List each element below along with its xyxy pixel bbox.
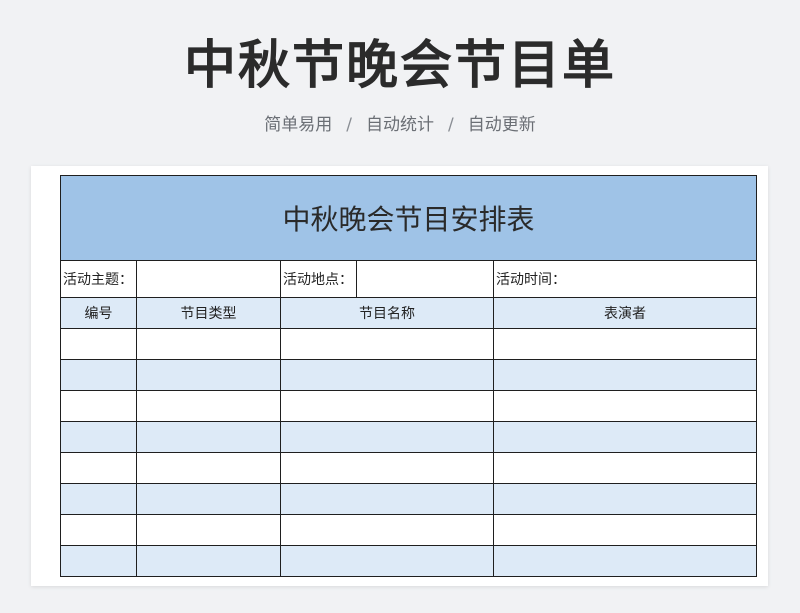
feature-separator: / [448, 115, 454, 135]
spreadsheet-preview: 中秋晚会节目安排表 活动主题： 活动地点： 活动时间： 编号 节目类型 节目名称… [31, 166, 768, 586]
cell-number[interactable] [60, 514, 137, 546]
cell-program-name[interactable] [280, 359, 494, 391]
cell-number[interactable] [60, 359, 137, 391]
cell-program-type[interactable] [136, 421, 281, 453]
program-list-table: 编号 节目类型 节目名称 表演者 [60, 297, 757, 577]
cell-performer[interactable] [493, 328, 757, 360]
cell-number[interactable] [60, 452, 137, 484]
cell-program-name[interactable] [280, 483, 494, 515]
cell-performer[interactable] [493, 359, 757, 391]
table-row [60, 328, 757, 360]
cell-program-type[interactable] [136, 359, 281, 391]
cell-performer[interactable] [493, 452, 757, 484]
column-header-number: 编号 [60, 297, 137, 329]
table-row [60, 390, 757, 422]
cell-program-type[interactable] [136, 390, 281, 422]
cell-program-name[interactable] [280, 390, 494, 422]
info-row: 活动主题： 活动地点： 活动时间： [60, 260, 758, 298]
time-label[interactable]: 活动时间： [492, 260, 758, 298]
cell-number[interactable] [60, 328, 137, 360]
cell-program-name[interactable] [280, 421, 494, 453]
feature-easy-to-use: 简单易用 [264, 115, 333, 135]
table-row [60, 359, 757, 391]
table-row [60, 483, 757, 515]
cell-number[interactable] [60, 421, 137, 453]
page-title: 中秋节晚会节目单 [183, 36, 616, 96]
cell-performer[interactable] [493, 421, 757, 453]
feature-separator: / [346, 115, 352, 135]
cell-number[interactable] [60, 483, 137, 515]
location-label: 活动地点： [280, 260, 357, 298]
banner-row: 中秋晚会节目安排表 [59, 175, 758, 261]
cell-program-type[interactable] [136, 514, 281, 546]
column-header-row: 编号 节目类型 节目名称 表演者 [60, 297, 757, 329]
cell-program-name[interactable] [280, 328, 494, 360]
cell-program-name[interactable] [280, 514, 494, 546]
theme-value-cell[interactable] [136, 260, 281, 298]
table-row [60, 514, 757, 546]
cell-program-type[interactable] [136, 483, 281, 515]
cell-performer[interactable] [493, 483, 757, 515]
feature-auto-update: 自动更新 [467, 115, 536, 135]
cell-performer[interactable] [493, 390, 757, 422]
sheet-title: 中秋晚会节目安排表 [59, 175, 758, 261]
table-row [60, 545, 757, 577]
location-value-cell[interactable] [356, 260, 494, 298]
cell-program-name[interactable] [280, 545, 494, 577]
program-schedule-table: 中秋晚会节目安排表 活动主题： 活动地点： 活动时间： [59, 175, 758, 298]
feature-auto-statistics: 自动统计 [366, 115, 434, 135]
cell-number[interactable] [60, 390, 137, 422]
cell-program-type[interactable] [136, 328, 281, 360]
column-header-performer: 表演者 [493, 297, 757, 329]
cell-program-name[interactable] [280, 452, 494, 484]
table-row [60, 421, 757, 453]
theme-label: 活动主题： [60, 260, 137, 298]
column-header-program-type: 节目类型 [136, 297, 281, 329]
feature-tagline: 简单易用 / 自动统计 / 自动更新 [0, 112, 800, 138]
cell-performer[interactable] [493, 545, 757, 577]
cell-performer[interactable] [493, 514, 757, 546]
table-row [60, 452, 757, 484]
cell-program-type[interactable] [136, 545, 281, 577]
column-header-program-name: 节目名称 [280, 297, 494, 329]
cell-program-type[interactable] [136, 452, 281, 484]
cell-number[interactable] [60, 545, 137, 577]
